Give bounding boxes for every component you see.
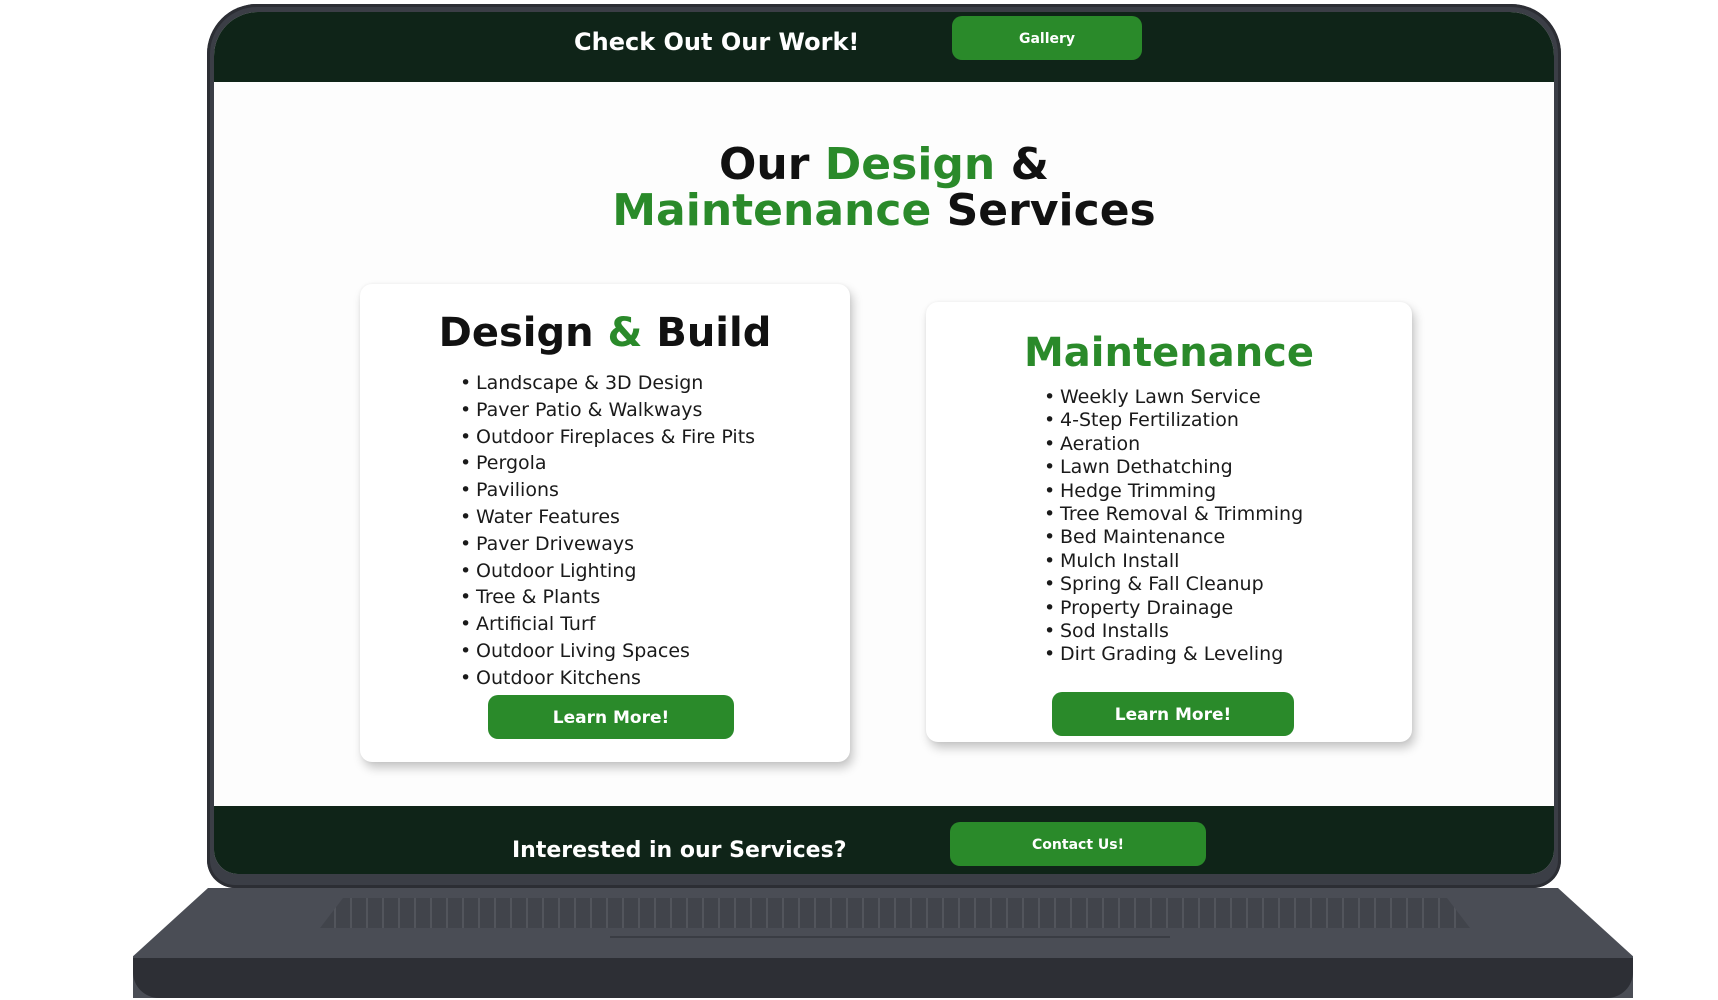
list-item: Bed Maintenance <box>1044 526 1303 550</box>
title-part: Our <box>719 139 825 190</box>
bottom-banner: Interested in our Services? Contact Us! <box>214 806 1554 874</box>
list-item: Artificial Turf <box>460 611 755 638</box>
design-build-list: Landscape & 3D Design Paver Patio & Walk… <box>460 370 755 692</box>
title-accent: Design <box>824 139 996 190</box>
list-item: Spring & Fall Cleanup <box>1044 573 1303 597</box>
keyboard <box>320 898 1470 928</box>
list-item: Dirt Grading & Leveling <box>1044 643 1303 667</box>
card-title-part: Build <box>642 310 772 356</box>
list-item: Paver Driveways <box>460 531 755 558</box>
card-title-part: Design <box>438 310 608 356</box>
list-item: Landscape & 3D Design <box>460 370 755 397</box>
page-title: Our Design & Maintenance Services <box>214 142 1554 234</box>
list-item: Mulch Install <box>1044 550 1303 574</box>
design-build-learn-more-button[interactable]: Learn More! <box>488 695 734 739</box>
title-part: Services <box>931 185 1156 236</box>
top-banner: Check Out Our Work! Gallery <box>214 12 1554 82</box>
top-banner-title: Check Out Our Work! <box>574 28 860 56</box>
list-item: Tree & Plants <box>460 584 755 611</box>
trackpad-edge <box>610 936 1170 938</box>
list-item: Outdoor Living Spaces <box>460 638 755 665</box>
maintenance-title: Maintenance <box>1023 330 1315 376</box>
list-item: Aeration <box>1044 433 1303 457</box>
maintenance-card: Maintenance Weekly Lawn Service 4-Step F… <box>926 302 1412 742</box>
list-item: Property Drainage <box>1044 597 1303 621</box>
gallery-button[interactable]: Gallery <box>952 16 1142 60</box>
card-title-accent: & <box>607 310 643 356</box>
design-build-card: Design & Build Landscape & 3D Design Pav… <box>360 284 850 762</box>
list-item: Paver Patio & Walkways <box>460 397 755 424</box>
contact-us-button[interactable]: Contact Us! <box>950 822 1206 866</box>
list-item: Weekly Lawn Service <box>1044 386 1303 410</box>
list-item: Pavilions <box>460 477 755 504</box>
design-build-title: Design & Build <box>360 310 850 356</box>
title-accent: Maintenance <box>612 185 932 236</box>
laptop-base-edge <box>133 958 1633 998</box>
list-item: Water Features <box>460 504 755 531</box>
list-item: Sod Installs <box>1044 620 1303 644</box>
list-item: Outdoor Fireplaces & Fire Pits <box>460 424 755 451</box>
maintenance-learn-more-button[interactable]: Learn More! <box>1052 692 1294 736</box>
list-item: Tree Removal & Trimming <box>1044 503 1303 527</box>
list-item: 4-Step Fertilization <box>1044 409 1303 433</box>
maintenance-list: Weekly Lawn Service 4-Step Fertilization… <box>1044 386 1303 667</box>
list-item: Outdoor Lighting <box>460 558 755 585</box>
list-item: Lawn Dethatching <box>1044 456 1303 480</box>
list-item: Pergola <box>460 450 755 477</box>
list-item: Outdoor Kitchens <box>460 665 755 692</box>
list-item: Hedge Trimming <box>1044 480 1303 504</box>
title-part: & <box>995 139 1049 190</box>
bottom-banner-title: Interested in our Services? <box>512 838 847 863</box>
laptop-screen: Check Out Our Work! Gallery Our Design &… <box>214 12 1554 874</box>
